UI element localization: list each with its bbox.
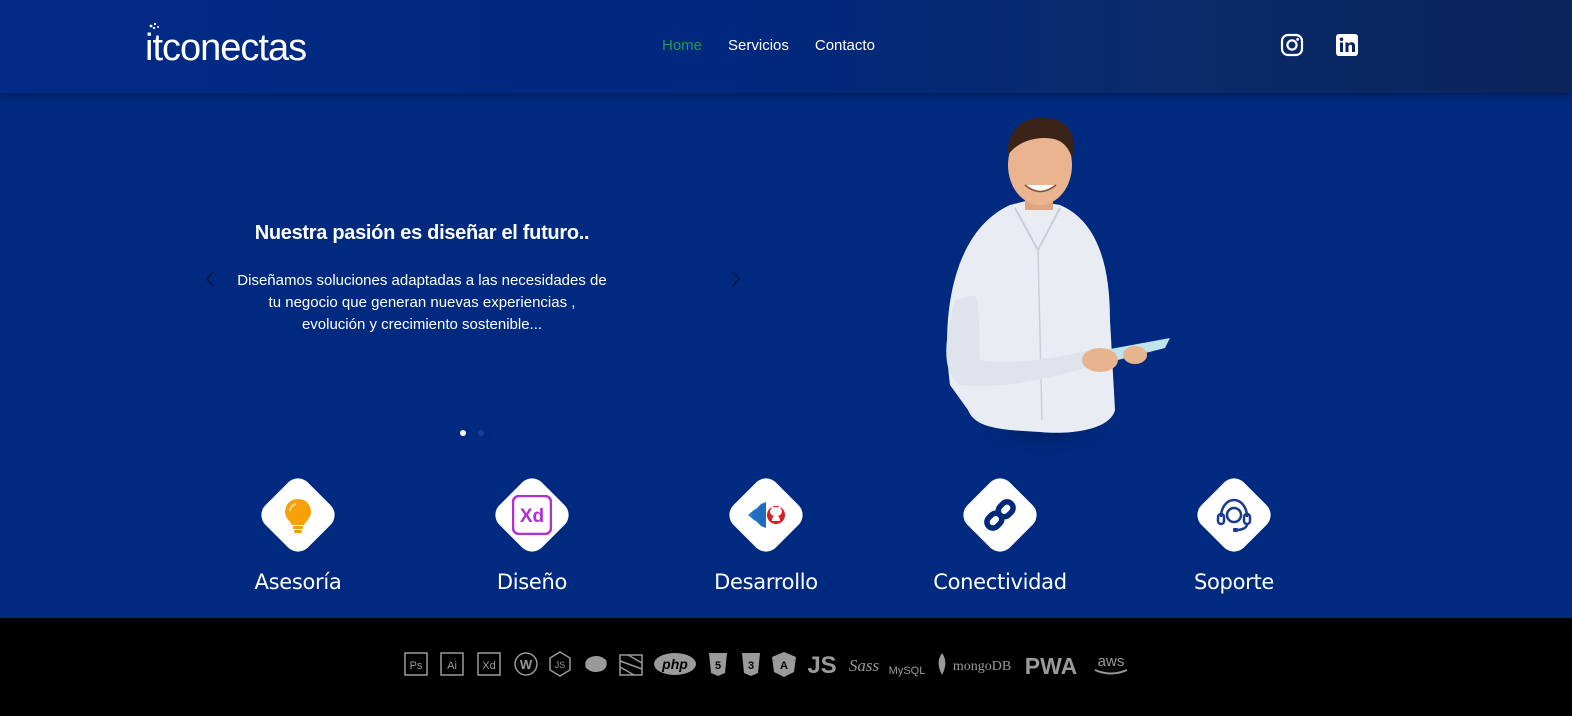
pwa-icon: PWA xyxy=(1025,653,1077,679)
svg-text:A: A xyxy=(780,660,788,672)
carousel-indicators xyxy=(460,430,484,436)
linkedin-icon[interactable] xyxy=(1335,33,1359,57)
service-label: Soporte xyxy=(1193,570,1275,594)
svg-text:JS: JS xyxy=(555,660,566,670)
nav-contacto-link[interactable]: Contacto xyxy=(815,37,875,55)
nav-home-link[interactable]: Home xyxy=(662,37,702,55)
photoshop-icon: Ps xyxy=(404,652,428,676)
svg-text:php: php xyxy=(661,656,688,672)
service-diseno[interactable]: Xd Diseño xyxy=(447,472,617,594)
sass-icon: Sass xyxy=(849,656,880,675)
js-icon: JS xyxy=(807,652,836,679)
svg-text:3: 3 xyxy=(748,660,754,672)
logo[interactable]: itconectas xyxy=(145,22,307,69)
link-icon xyxy=(984,499,1016,531)
vscode-github-icon xyxy=(748,502,785,528)
mongodb-icon: mongoDB xyxy=(938,653,1011,675)
html5-icon: 5 xyxy=(709,653,727,676)
php-icon: php xyxy=(654,653,696,675)
carousel-dot-1[interactable] xyxy=(460,430,466,436)
angular-icon: A xyxy=(772,652,796,677)
wordpress-icon: W xyxy=(514,652,538,676)
tech-logos: Ps Ai Xd W JS php 5 3 A JS Sass MySQL mo… xyxy=(404,651,1128,679)
aws-icon: aws xyxy=(1094,653,1128,675)
service-soporte[interactable]: Soporte xyxy=(1149,472,1319,594)
logo-dots-icon xyxy=(149,22,159,30)
hero-description: Diseñamos soluciones adaptadas a las nec… xyxy=(237,272,607,333)
illustrator-icon: Ai xyxy=(440,652,464,676)
adobe-xd-icon: Xd xyxy=(512,495,552,535)
service-asesoria[interactable]: Asesoría xyxy=(213,472,383,594)
service-label: Desarrollo xyxy=(714,570,818,594)
carousel-next-arrow-icon[interactable] xyxy=(730,268,742,290)
python-icon xyxy=(585,656,607,672)
svg-text:Xd: Xd xyxy=(482,660,495,672)
nodejs-icon: JS xyxy=(549,651,571,677)
logo-text: itconectas xyxy=(145,27,307,69)
hero-person-image xyxy=(946,117,1170,460)
service-conectividad[interactable]: Conectividad xyxy=(915,472,1085,594)
svg-text:5: 5 xyxy=(715,660,721,672)
xd-icon: Xd xyxy=(477,652,501,676)
lightbulb-icon xyxy=(285,499,311,533)
css3-icon: 3 xyxy=(742,653,760,676)
site-header: itconectas Home Servicios Contacto xyxy=(0,0,1572,93)
stack-icon xyxy=(619,654,643,676)
headset-icon xyxy=(1216,498,1252,532)
mysql-icon: MySQL xyxy=(889,665,926,677)
svg-text:Ai: Ai xyxy=(447,660,457,672)
instagram-icon[interactable] xyxy=(1280,33,1304,57)
svg-text:aws: aws xyxy=(1098,653,1125,670)
service-label: Asesoría xyxy=(254,570,342,594)
service-desarrollo[interactable]: Desarrollo xyxy=(681,472,851,594)
hero-title: Nuestra pasión es diseñar el futuro.. xyxy=(254,222,590,244)
carousel-dot-2[interactable] xyxy=(478,430,484,436)
svg-text:mongoDB: mongoDB xyxy=(953,659,1011,674)
carousel-prev-arrow-icon[interactable] xyxy=(204,268,216,290)
svg-text:Ps: Ps xyxy=(410,660,423,672)
svg-text:Xd: Xd xyxy=(520,506,544,527)
nav-servicios-link[interactable]: Servicios xyxy=(728,37,789,55)
svg-text:W: W xyxy=(520,657,533,672)
service-label: Conectividad xyxy=(933,570,1067,594)
service-label: Diseño xyxy=(496,570,568,594)
main-nav: Home Servicios Contacto xyxy=(662,37,875,55)
